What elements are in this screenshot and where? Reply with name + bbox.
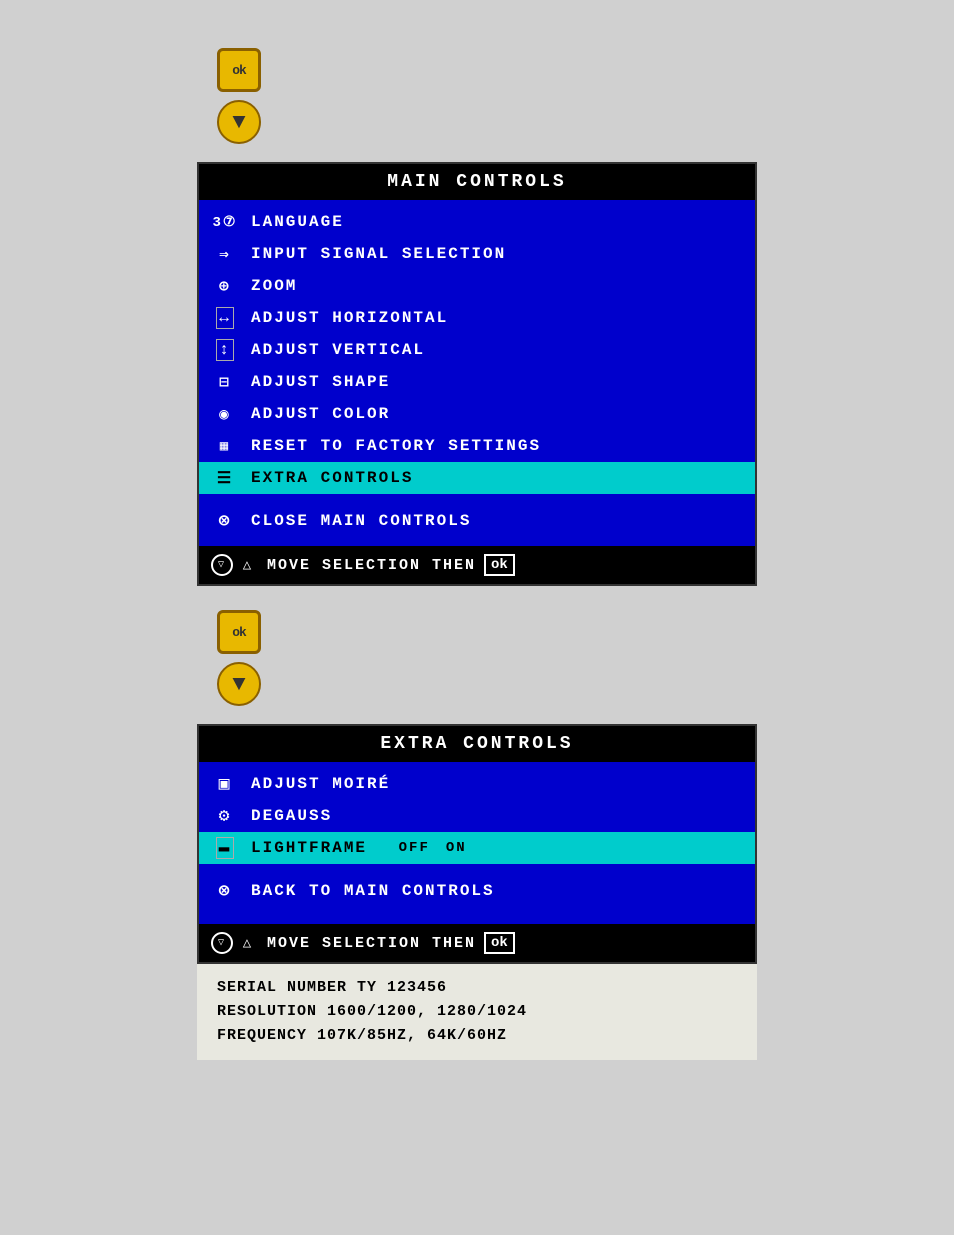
ok-button-top[interactable]: ok xyxy=(217,48,261,92)
extra-footer-ok: ok xyxy=(484,932,515,954)
extra-controls-footer: ▽ △ MOVE SELECTION THEN ok xyxy=(199,924,755,962)
input-label: INPUT SIGNAL SELECTION xyxy=(251,245,506,263)
menu-item-zoom[interactable]: ZOOM xyxy=(199,270,755,302)
arrow-left-icon xyxy=(383,838,395,858)
ok-icon-top: ok xyxy=(232,63,246,78)
close-main-label: CLOSE MAIN CONTROLS xyxy=(251,512,471,530)
menu-item-reset[interactable]: RESET TO FACTORY SETTINGS xyxy=(199,430,755,462)
lightframe-off-option[interactable]: OFF xyxy=(383,838,430,858)
close-main-controls-item[interactable]: CLOSE MAIN CONTROLS xyxy=(199,502,755,540)
main-controls-footer: ▽ △ MOVE SELECTION THEN ok xyxy=(199,546,755,584)
extra-controls-panel: EXTRA CONTROLS ADJUST MOIRÉ DEGAUSS LIGH… xyxy=(197,724,757,964)
main-controls-panel: MAIN CONTROLS LANGUAGE INPUT SIGNAL SELE… xyxy=(197,162,757,586)
back-icon xyxy=(211,880,239,902)
reset-icon xyxy=(211,435,239,457)
menu-item-degauss[interactable]: DEGAUSS xyxy=(199,800,755,832)
input-icon xyxy=(211,243,239,265)
arrow-down-icon-top: ▼ xyxy=(232,110,245,135)
ok-icon-middle: ok xyxy=(232,625,246,640)
moire-icon xyxy=(211,773,239,795)
menu-item-input-signal[interactable]: INPUT SIGNAL SELECTION xyxy=(199,238,755,270)
info-section: SERIAL NUMBER TY 123456 RESOLUTION 1600/… xyxy=(197,964,757,1060)
adjust-vert-label: ADJUST VERTICAL xyxy=(251,341,425,359)
moire-label: ADJUST MOIRÉ xyxy=(251,775,390,793)
lightframe-row: LIGHTFRAME OFF ON xyxy=(251,838,743,858)
menu-item-moire[interactable]: ADJUST MOIRÉ xyxy=(199,768,755,800)
extra-footer-text: MOVE SELECTION THEN xyxy=(267,935,476,952)
ok-button-middle[interactable]: ok xyxy=(217,610,261,654)
frequency-info: FREQUENCY 107K/85HZ, 64K/60HZ xyxy=(217,1024,737,1048)
arrow-right-icon xyxy=(471,838,483,858)
zoom-icon xyxy=(211,275,239,297)
main-controls-title: MAIN CONTROLS xyxy=(199,164,755,200)
main-controls-items: LANGUAGE INPUT SIGNAL SELECTION ZOOM ADJ… xyxy=(199,200,755,546)
extra-controls-label: EXTRA CONTROLS xyxy=(251,469,413,487)
horiz-icon xyxy=(211,307,239,329)
footer-icons-extra: ▽ △ xyxy=(211,932,259,954)
arrow-down-icon-middle: ▼ xyxy=(232,672,245,697)
menu-item-extra-controls[interactable]: EXTRA CONTROLS xyxy=(199,462,755,494)
menu-item-lightframe[interactable]: LIGHTFRAME OFF ON xyxy=(199,832,755,864)
lightframe-label: LIGHTFRAME xyxy=(251,839,367,857)
shape-icon xyxy=(211,371,239,393)
back-main-label: BACK TO MAIN CONTROLS xyxy=(251,882,495,900)
resolution-info: RESOLUTION 1600/1200, 1280/1024 xyxy=(217,1000,737,1024)
extra-controls-title: EXTRA CONTROLS xyxy=(199,726,755,762)
main-footer-ok: ok xyxy=(484,554,515,576)
adjust-shape-label: ADJUST SHAPE xyxy=(251,373,390,391)
arrow-down-top[interactable]: ▼ xyxy=(217,100,261,144)
lightframe-on-label: ON xyxy=(446,840,467,856)
zoom-label: ZOOM xyxy=(251,277,297,295)
footer-circle-icon: ▽ xyxy=(211,554,233,576)
lightframe-off-label: OFF xyxy=(399,840,430,856)
footer-icons-main: ▽ △ xyxy=(211,554,259,576)
arrow-down-middle[interactable]: ▼ xyxy=(217,662,261,706)
footer-triangle-icon: △ xyxy=(237,554,259,576)
extra-controls-items: ADJUST MOIRÉ DEGAUSS LIGHTFRAME OFF ON xyxy=(199,762,755,924)
close-icon xyxy=(211,510,239,532)
reset-label: RESET TO FACTORY SETTINGS xyxy=(251,437,541,455)
adjust-color-label: ADJUST COLOR xyxy=(251,405,390,423)
language-label: LANGUAGE xyxy=(251,213,344,231)
main-footer-text: MOVE SELECTION THEN xyxy=(267,557,476,574)
menu-item-adjust-shape[interactable]: ADJUST SHAPE xyxy=(199,366,755,398)
degauss-label: DEGAUSS xyxy=(251,807,332,825)
serial-number: SERIAL NUMBER TY 123456 xyxy=(217,976,737,1000)
footer-circle-icon-2: ▽ xyxy=(211,932,233,954)
menu-item-adjust-color[interactable]: ADJUST COLOR xyxy=(199,398,755,430)
back-to-main-controls-item[interactable]: BACK TO MAIN CONTROLS xyxy=(199,872,755,910)
menu-item-language[interactable]: LANGUAGE xyxy=(199,206,755,238)
adjust-horiz-label: ADJUST HORIZONTAL xyxy=(251,309,448,327)
extra-icon xyxy=(211,467,239,489)
footer-triangle-icon-2: △ xyxy=(237,932,259,954)
degauss-icon xyxy=(211,805,239,827)
lightframe-icon xyxy=(211,837,239,859)
color-icon xyxy=(211,403,239,425)
language-icon xyxy=(211,211,239,233)
lightframe-on-option[interactable]: ON xyxy=(446,838,482,858)
menu-item-adjust-vert[interactable]: ADJUST VERTICAL xyxy=(199,334,755,366)
vert-icon xyxy=(211,339,239,361)
menu-item-adjust-horiz[interactable]: ADJUST HORIZONTAL xyxy=(199,302,755,334)
